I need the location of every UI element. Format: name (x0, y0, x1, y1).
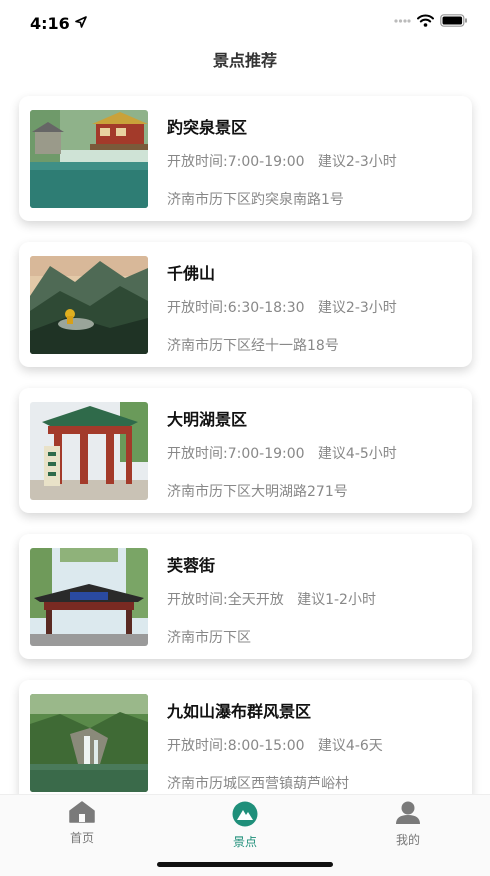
spot-image (30, 694, 148, 792)
page-title: 景点推荐 (212, 51, 277, 70)
spot-address: 济南市历下区 (167, 630, 251, 646)
spot-suggest: 建议4-6天 (317, 738, 383, 754)
location-arrow-icon (75, 16, 87, 28)
spot-card[interactable]: 芙蓉街 开放时间:全天开放 建议1-2小时 济南市历下区 (19, 534, 472, 659)
home-icon (69, 801, 95, 823)
spot-hours-row: 开放时间:6:30-18:30 建议2-3小时 (167, 297, 397, 317)
spot-hours-row: 开放时间:8:00-15:00 建议4-6天 (167, 735, 383, 755)
wifi-icon (417, 14, 434, 27)
spot-suggest: 建议4-5小时 (317, 446, 397, 462)
spot-suggest: 建议1-2小时 (297, 592, 376, 608)
status-indicators (393, 14, 468, 27)
spot-suggest: 建议2-3小时 (317, 154, 397, 170)
spot-image (30, 256, 148, 354)
spot-address: 济南市历下区经十一路18号 (167, 338, 339, 354)
tab-label: 景点 (232, 835, 257, 849)
home-indicator (157, 862, 333, 867)
tab-label: 首页 (69, 831, 94, 845)
spot-list[interactable]: 趵突泉景区 开放时间:7:00-19:00 建议2-3小时 济南市历下区趵突泉南… (19, 96, 472, 826)
spot-hours: 开放时间:6:30-18:30 (167, 300, 305, 316)
spot-hours: 开放时间:7:00-19:00 (167, 154, 305, 170)
spot-name: 大明湖景区 (167, 410, 248, 429)
person-icon (396, 801, 420, 824)
spot-name: 九如山瀑布群风景区 (167, 702, 312, 721)
spot-name: 千佛山 (167, 264, 216, 283)
spot-hours-row: 开放时间:7:00-19:00 建议4-5小时 (167, 443, 397, 463)
tab-home[interactable]: 首页 (32, 801, 132, 846)
spot-hours-row: 开放时间:全天开放 建议1-2小时 (167, 589, 376, 609)
battery-icon (440, 14, 467, 27)
spot-hours: 开放时间:8:00-15:00 (167, 738, 305, 754)
spot-hours: 开放时间:7:00-19:00 (167, 446, 305, 462)
tab-spots[interactable]: 景点 (195, 801, 295, 850)
spot-name: 芙蓉街 (167, 556, 216, 575)
spot-suggest: 建议2-3小时 (317, 300, 397, 316)
spot-image (30, 402, 148, 500)
spot-card[interactable]: 大明湖景区 开放时间:7:00-19:00 建议4-5小时 济南市历下区大明湖路… (19, 388, 472, 513)
spot-hours-row: 开放时间:7:00-19:00 建议2-3小时 (167, 151, 397, 171)
spot-address: 济南市历下区大明湖路271号 (167, 484, 348, 500)
spot-address: 济南市历城区西营镇葫芦峪村 (167, 776, 349, 792)
status-bar: 4:16 (0, 0, 490, 46)
tab-label: 我的 (395, 833, 420, 847)
spot-image (30, 110, 148, 208)
status-time: 4:16 (30, 14, 70, 33)
spot-image (30, 548, 148, 646)
spot-address: 济南市历下区趵突泉南路1号 (167, 192, 344, 208)
spot-name: 趵突泉景区 (167, 118, 248, 137)
signal-icon (394, 18, 411, 23)
spot-card[interactable]: 趵突泉景区 开放时间:7:00-19:00 建议2-3小时 济南市历下区趵突泉南… (19, 96, 472, 221)
spot-card[interactable]: 千佛山 开放时间:6:30-18:30 建议2-3小时 济南市历下区经十一路18… (19, 242, 472, 367)
tab-profile[interactable]: 我的 (358, 801, 458, 848)
spot-card[interactable]: 九如山瀑布群风景区 开放时间:8:00-15:00 建议4-6天 济南市历城区西… (19, 680, 472, 805)
mountain-icon (232, 801, 258, 827)
spot-hours: 开放时间:全天开放 (167, 592, 284, 608)
